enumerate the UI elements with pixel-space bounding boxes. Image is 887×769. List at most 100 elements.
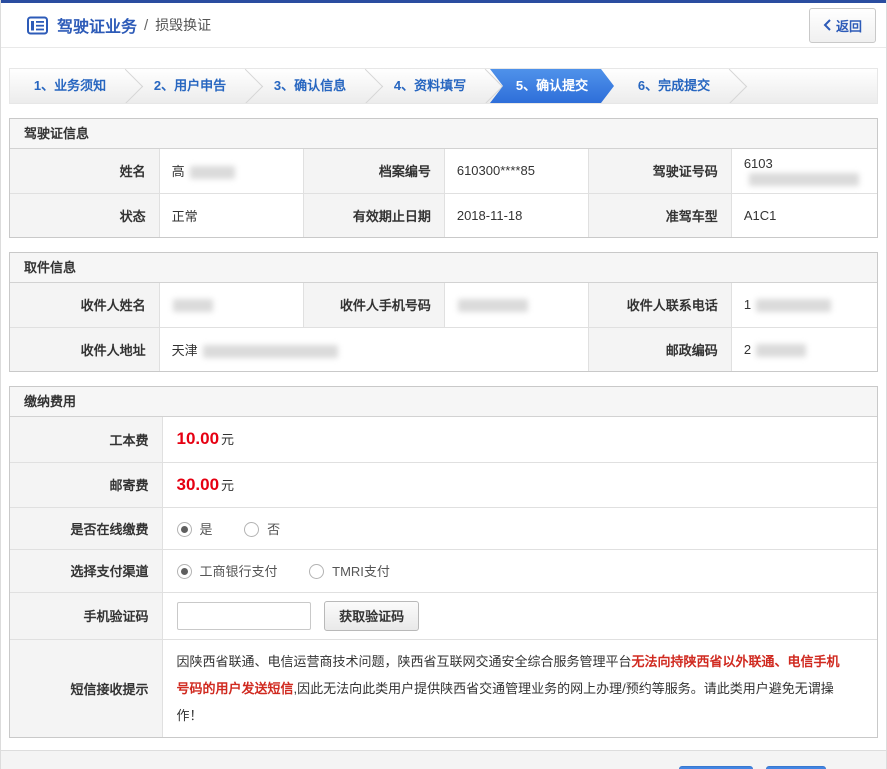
field-value-file-no: 610300****85 bbox=[443, 149, 589, 194]
table-row: 短信接收提示 因陕西省联通、电信运营商技术问题，陕西省互联网交通安全综合服务管理… bbox=[10, 638, 877, 737]
redacted-blur bbox=[756, 343, 807, 357]
phone-visible-text: 1 bbox=[743, 297, 752, 313]
channel-tmri-option[interactable]: TMRI支付 bbox=[309, 561, 390, 580]
radio-icbc-label: 工商银行支付 bbox=[199, 564, 278, 579]
field-value-license-no: 6103 bbox=[730, 149, 877, 194]
chevron-left-icon bbox=[823, 19, 831, 31]
field-value-postage-fee: 30.00 元 bbox=[161, 461, 877, 508]
back-button-label: 返回 bbox=[835, 18, 862, 34]
sms-code-input[interactable] bbox=[176, 601, 311, 630]
field-label-sms-code: 手机验证码 bbox=[10, 591, 163, 640]
table-row: 状态 正常 有效期止日期 2018-11-18 准驾车型 A1C1 bbox=[10, 192, 877, 237]
redacted-blur bbox=[172, 299, 213, 313]
radio-tmri[interactable] bbox=[309, 564, 325, 579]
radio-no[interactable] bbox=[244, 521, 260, 537]
field-label-work-fee: 工本费 bbox=[10, 417, 163, 463]
field-value-status: 正常 bbox=[158, 192, 304, 237]
license-service-page: 驾驶证业务 / 损毁换证 返回 1、业务须知 2、用户申告 3、确认信息 4、资… bbox=[0, 0, 887, 769]
action-bar: 上一步 完成 bbox=[1, 749, 886, 769]
field-value-recipient-address: 天津 bbox=[158, 326, 589, 371]
field-label-license-no: 驾驶证号码 bbox=[587, 149, 732, 194]
breadcrumb-separator: / bbox=[144, 16, 149, 34]
get-code-button[interactable]: 获取验证码 bbox=[324, 600, 420, 631]
license-info-panel: 驾驶证信息 姓名 高 档案编号 610300****85 驾驶证号码 6103 … bbox=[9, 118, 878, 238]
notice-text-normal-1: 因陕西省联通、电信运营商技术问题，陕西省互联网交通安全综合服务管理平台 bbox=[176, 653, 632, 669]
field-label-file-no: 档案编号 bbox=[302, 149, 445, 194]
field-value-recipient-name bbox=[158, 283, 304, 328]
step-wizard: 1、业务须知 2、用户申告 3、确认信息 4、资料填写 5、确认提交 6、完成提… bbox=[9, 68, 878, 104]
field-value-recipient-mobile bbox=[443, 283, 589, 328]
pickup-info-title: 取件信息 bbox=[10, 253, 877, 283]
breadcrumb-current: 损毁换证 bbox=[155, 17, 212, 33]
field-label-postage-fee: 邮寄费 bbox=[10, 461, 163, 508]
channel-icbc-option[interactable]: 工商银行支付 bbox=[176, 561, 278, 580]
radio-icbc-selected[interactable] bbox=[176, 564, 192, 579]
field-value-recipient-phone: 1 bbox=[730, 283, 877, 328]
table-row: 收件人姓名 收件人手机号码 收件人联系电话 1 bbox=[10, 283, 877, 328]
radio-yes-label: 是 bbox=[199, 521, 213, 537]
step-3-confirm-info: 3、确认信息 bbox=[250, 69, 370, 103]
payment-panel: 缴纳费用 工本费 10.00 元 邮寄费 30.00 元 是否在线缴费 是 否 … bbox=[9, 386, 878, 738]
license-info-table: 姓名 高 档案编号 610300****85 驾驶证号码 6103 状态 正常 … bbox=[10, 149, 877, 237]
pickup-info-panel: 取件信息 收件人姓名 收件人手机号码 收件人联系电话 1 收件人地址 天津 邮政… bbox=[9, 252, 878, 372]
payment-table: 工本费 10.00 元 邮寄费 30.00 元 是否在线缴费 是 否 选择支付渠… bbox=[10, 417, 877, 737]
redacted-blur bbox=[748, 172, 859, 186]
table-row: 是否在线缴费 是 否 bbox=[10, 506, 877, 550]
field-label-recipient-name: 收件人姓名 bbox=[10, 283, 160, 328]
work-fee-amount: 10.00 bbox=[176, 429, 220, 449]
channel-options: 工商银行支付 TMRI支付 bbox=[161, 548, 877, 593]
field-label-sms-notice: 短信接收提示 bbox=[10, 638, 163, 737]
postage-fee-amount: 30.00 bbox=[176, 474, 220, 494]
field-label-expiry: 有效期止日期 bbox=[302, 192, 445, 237]
redacted-blur bbox=[756, 299, 832, 313]
pay-online-options: 是 否 bbox=[161, 506, 877, 550]
redacted-blur bbox=[189, 166, 235, 180]
field-label-recipient-phone: 收件人联系电话 bbox=[587, 283, 732, 328]
address-visible-text: 天津 bbox=[171, 342, 198, 358]
license-no-visible-text: 6103 bbox=[743, 155, 773, 171]
postage-fee-unit: 元 bbox=[221, 477, 235, 493]
field-value-work-fee: 10.00 元 bbox=[161, 417, 877, 463]
radio-yes-selected[interactable] bbox=[176, 521, 192, 537]
back-button[interactable]: 返回 bbox=[808, 7, 876, 43]
field-label-status: 状态 bbox=[10, 192, 160, 237]
name-visible-text: 高 bbox=[171, 164, 185, 180]
sms-notice-text: 因陕西省联通、电信运营商技术问题，陕西省互联网交通安全综合服务管理平台无法向持陕… bbox=[161, 638, 877, 737]
redacted-blur bbox=[202, 344, 338, 358]
field-label-pay-online: 是否在线缴费 bbox=[10, 506, 163, 550]
license-info-title: 驾驶证信息 bbox=[10, 119, 877, 149]
radio-no-label: 否 bbox=[267, 521, 281, 537]
step-4-fill-data: 4、资料填写 bbox=[370, 69, 490, 103]
step-bar-filler bbox=[734, 69, 877, 103]
work-fee-unit: 元 bbox=[221, 432, 235, 448]
pickup-info-table: 收件人姓名 收件人手机号码 收件人联系电话 1 收件人地址 天津 邮政编码 2 bbox=[10, 283, 877, 371]
sms-code-cell: 获取验证码 bbox=[161, 591, 877, 640]
redacted-blur bbox=[457, 299, 528, 313]
table-row: 手机验证码 获取验证码 bbox=[10, 591, 877, 640]
step-5-confirm-submit: 5、确认提交 bbox=[490, 69, 614, 103]
field-value-postcode: 2 bbox=[730, 326, 877, 371]
step-6-finish-submit: 6、完成提交 bbox=[614, 69, 734, 103]
table-row: 姓名 高 档案编号 610300****85 驾驶证号码 6103 bbox=[10, 149, 877, 194]
table-row: 收件人地址 天津 邮政编码 2 bbox=[10, 326, 877, 371]
pay-online-no-option[interactable]: 否 bbox=[244, 519, 280, 538]
postcode-visible-text: 2 bbox=[743, 341, 752, 357]
table-row: 选择支付渠道 工商银行支付 TMRI支付 bbox=[10, 548, 877, 593]
page-title: 驾驶证业务 bbox=[57, 19, 138, 36]
radio-tmri-label: TMRI支付 bbox=[332, 564, 390, 579]
field-label-postcode: 邮政编码 bbox=[587, 326, 732, 371]
field-value-vehicle-class: A1C1 bbox=[730, 192, 877, 237]
table-row: 工本费 10.00 元 bbox=[10, 417, 877, 463]
step-1-business-notice: 1、业务须知 bbox=[10, 69, 130, 103]
field-value-name: 高 bbox=[158, 149, 304, 194]
field-label-vehicle-class: 准驾车型 bbox=[587, 192, 732, 237]
pay-online-yes-option[interactable]: 是 bbox=[176, 519, 213, 538]
license-business-icon bbox=[27, 16, 48, 35]
field-label-recipient-mobile: 收件人手机号码 bbox=[302, 283, 445, 328]
table-row: 邮寄费 30.00 元 bbox=[10, 461, 877, 508]
payment-title: 缴纳费用 bbox=[10, 387, 877, 417]
step-2-user-declaration: 2、用户申告 bbox=[130, 69, 250, 103]
field-label-channel: 选择支付渠道 bbox=[10, 548, 163, 593]
field-label-recipient-address: 收件人地址 bbox=[10, 326, 160, 371]
field-label-name: 姓名 bbox=[10, 149, 160, 194]
